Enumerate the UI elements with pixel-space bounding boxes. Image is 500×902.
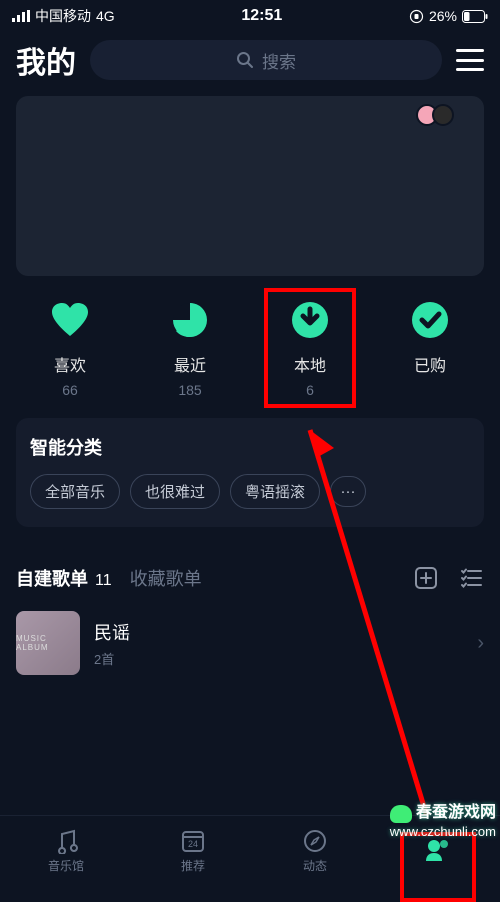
chevron-right-icon: › xyxy=(477,632,484,655)
signal-icon xyxy=(12,10,30,22)
chip-more[interactable]: ··· xyxy=(330,476,366,507)
nav-label: 音乐馆 xyxy=(48,857,84,874)
playlist-info: 民谣 2首 xyxy=(94,619,130,668)
watermark: 春蚕游戏网 www.czchunli.com xyxy=(390,803,496,841)
shortcuts-row: 喜欢 66 最近 185 本地 6 已购 xyxy=(0,276,500,408)
watermark-line2: www.czchunli.com xyxy=(390,824,496,839)
tab-label: 自建歌单 xyxy=(16,569,88,589)
watermark-logo-icon xyxy=(390,805,412,823)
status-bar: 中国移动 4G 12:51 26% xyxy=(0,0,500,32)
rotation-lock-icon xyxy=(409,9,424,24)
svg-text:24: 24 xyxy=(188,839,198,849)
search-placeholder: 搜索 xyxy=(262,48,296,73)
carrier-label: 中国移动 xyxy=(35,6,91,26)
playlist-cover: MUSIC ALBUM xyxy=(16,611,80,675)
nav-library[interactable]: 音乐馆 xyxy=(48,828,84,874)
menu-button[interactable] xyxy=(456,49,484,71)
shortcut-count: 185 xyxy=(178,382,201,398)
profile-banner[interactable] xyxy=(16,96,484,276)
compass-icon xyxy=(302,828,328,854)
shortcut-label: 已购 xyxy=(414,352,446,376)
playlist-name: 民谣 xyxy=(94,619,130,645)
battery-icon xyxy=(462,10,488,23)
nav-label: 动态 xyxy=(303,857,327,874)
calendar-icon: 24 xyxy=(180,828,206,854)
page-title: 我的 xyxy=(16,38,76,82)
battery-pct: 26% xyxy=(429,8,457,24)
shortcut-label: 最近 xyxy=(174,352,206,376)
shortcut-bought[interactable]: 已购 xyxy=(370,298,490,398)
network-label: 4G xyxy=(96,8,115,24)
music-icon xyxy=(53,828,79,854)
playlist-tabs: 自建歌单 11 收藏歌单 xyxy=(0,537,500,605)
annotation-highlight xyxy=(264,288,356,408)
chip-cantonese-rock[interactable]: 粤语摇滚 xyxy=(230,474,320,509)
header: 我的 搜索 xyxy=(0,32,500,96)
smart-category-title: 智能分类 xyxy=(30,434,470,460)
playlist-sub: 2首 xyxy=(94,649,130,668)
chip-all-music[interactable]: 全部音乐 xyxy=(30,474,120,509)
add-playlist-icon[interactable] xyxy=(414,566,438,590)
clock: 12:51 xyxy=(241,7,282,25)
tab-self-playlists[interactable]: 自建歌单 11 xyxy=(16,565,112,591)
search-icon xyxy=(236,51,254,69)
chip-row: 全部音乐 也很难过 粤语摇滚 ··· xyxy=(30,474,470,509)
shortcut-label: 喜欢 xyxy=(54,352,86,376)
nav-moments[interactable]: 动态 xyxy=(302,828,328,874)
chip-sad[interactable]: 也很难过 xyxy=(130,474,220,509)
annotation-highlight xyxy=(400,832,476,902)
tab-count: 11 xyxy=(95,572,112,589)
status-left: 中国移动 4G xyxy=(12,6,115,26)
nav-label: 推荐 xyxy=(181,857,205,874)
avatar xyxy=(432,104,454,126)
manage-playlist-icon[interactable] xyxy=(460,566,484,590)
status-right: 26% xyxy=(409,8,488,24)
check-icon xyxy=(408,298,452,342)
tab-fav-playlists[interactable]: 收藏歌单 xyxy=(130,565,202,591)
banner-avatars xyxy=(422,104,454,126)
playlist-item[interactable]: MUSIC ALBUM 民谣 2首 › xyxy=(0,605,500,681)
shortcut-local[interactable]: 本地 6 xyxy=(250,298,370,398)
shortcut-count: 66 xyxy=(62,382,78,398)
smart-category-card: 智能分类 全部音乐 也很难过 粤语摇滚 ··· xyxy=(16,418,484,527)
playlist-actions xyxy=(414,566,484,590)
clock-icon xyxy=(168,298,212,342)
search-input[interactable]: 搜索 xyxy=(90,40,442,80)
shortcut-like[interactable]: 喜欢 66 xyxy=(10,298,130,398)
watermark-line1: 春蚕游戏网 xyxy=(416,804,496,821)
nav-recommend[interactable]: 24 推荐 xyxy=(180,828,206,874)
shortcut-recent[interactable]: 最近 185 xyxy=(130,298,250,398)
heart-icon xyxy=(48,298,92,342)
